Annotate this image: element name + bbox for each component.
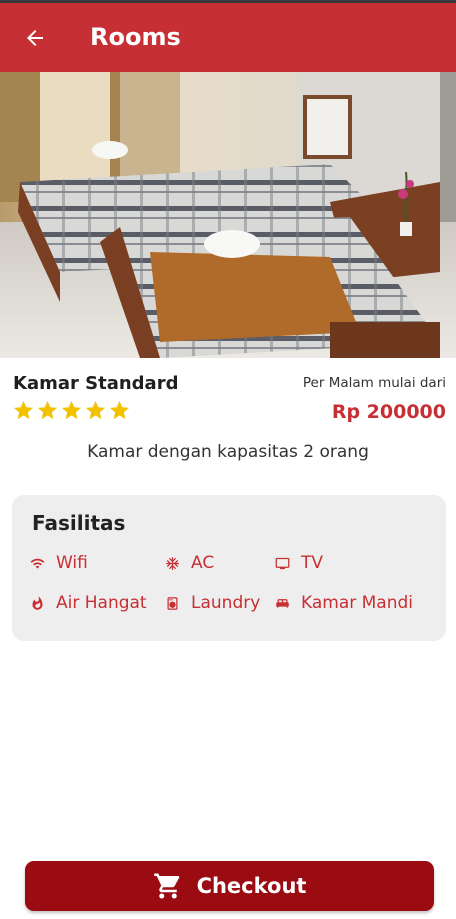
facility-label: Laundry	[191, 593, 261, 613]
facility-label: TV	[301, 553, 324, 573]
facility-item-ac: AC	[165, 551, 214, 575]
facility-label: AC	[191, 553, 215, 573]
facility-item-tv: TV	[275, 551, 323, 575]
star-icon	[13, 400, 34, 420]
tv-icon	[275, 556, 290, 571]
facility-label: Air Hangat	[56, 593, 147, 613]
cart-icon	[153, 873, 179, 899]
snowflake-icon	[165, 556, 180, 571]
washing-machine-icon	[165, 596, 180, 611]
wifi-icon	[30, 556, 45, 571]
facility-label: Kamar Mandi	[301, 593, 414, 613]
bed-icon	[275, 596, 290, 611]
fire-icon	[30, 595, 45, 611]
facility-item-air-hangat: Air Hangat	[30, 591, 147, 615]
arrow-left-icon	[27, 30, 43, 46]
room-photo	[0, 72, 456, 358]
star-icon	[85, 400, 106, 420]
star-icon	[37, 400, 58, 420]
room-description: Kamar dengan kapasitas 2 orang	[87, 442, 369, 462]
app-bar: Rooms	[0, 3, 456, 72]
facility-item-wifi: Wifi	[30, 551, 88, 575]
facilities-card: Fasilitas Wifi AC TV Air Hangat Laundry	[12, 495, 446, 641]
back-button[interactable]	[16, 19, 54, 57]
price-caption: Per Malam mulai dari	[302, 375, 446, 391]
facility-item-kamar-mandi: Kamar Mandi	[275, 591, 413, 615]
room-image-carousel[interactable]	[0, 72, 456, 358]
facility-label: Wifi	[56, 553, 88, 573]
room-name: Kamar Standard	[13, 373, 179, 394]
star-icon	[109, 400, 130, 420]
page-title: Rooms	[90, 23, 181, 51]
checkout-button[interactable]: Checkout	[25, 861, 434, 911]
star-rating	[12, 399, 131, 422]
room-price: Rp 200000	[331, 401, 446, 423]
star-icon	[61, 400, 82, 420]
facilities-title: Fasilitas	[32, 511, 126, 535]
checkout-label: Checkout	[196, 874, 307, 898]
facility-item-laundry: Laundry	[165, 591, 260, 615]
